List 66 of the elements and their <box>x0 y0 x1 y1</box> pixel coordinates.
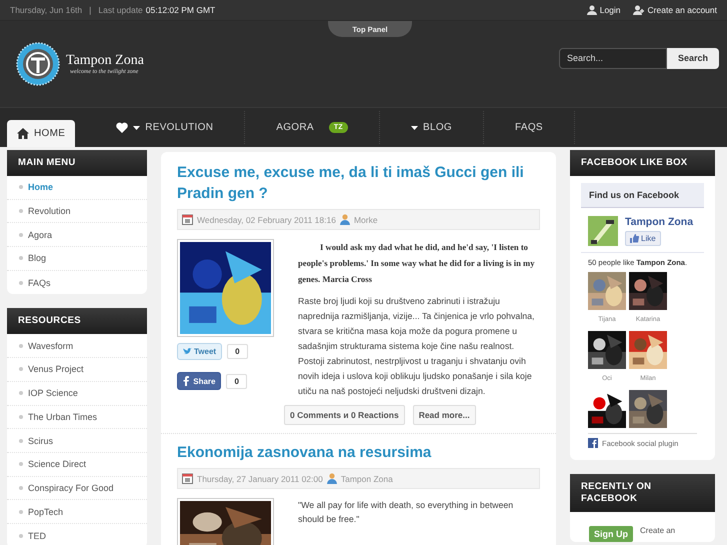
resource-link[interactable]: Venus Project <box>7 358 147 382</box>
read-more-button[interactable]: Read more... <box>412 405 476 425</box>
date-text: Thursday, Jun 16th <box>10 5 82 15</box>
facebook-icon <box>588 438 598 448</box>
user-icon <box>326 473 337 484</box>
resource-link[interactable]: The Urban Times <box>7 406 147 430</box>
tweet-button[interactable]: Tweet <box>177 343 222 360</box>
menu-item[interactable]: Agora <box>7 223 147 248</box>
resource-link[interactable]: Scirus <box>7 429 147 453</box>
like-button[interactable]: Like <box>625 231 661 246</box>
panel-heading: RECENTLY ON FACEBOOK <box>570 474 715 512</box>
nav-tab[interactable]: FAQS <box>484 111 575 144</box>
nav-tab[interactable]: HOME <box>7 120 76 147</box>
calendar-icon <box>182 473 193 484</box>
find-us-heading: Find us on Facebook <box>581 183 704 208</box>
heart-icon <box>116 122 128 133</box>
resource-link[interactable]: Conspiracy For Good <box>7 476 147 500</box>
update-label: Last update <box>98 5 143 15</box>
share-button[interactable]: Share <box>177 372 222 390</box>
bird-icon <box>183 348 192 355</box>
page-avatar-icon <box>588 216 618 246</box>
resource-link[interactable]: IOP Science <box>7 382 147 406</box>
add-user-icon <box>632 5 645 15</box>
date-text: Thursday, 27 January 2011 02:00 <box>197 474 323 484</box>
resource-link[interactable]: TED <box>7 524 147 545</box>
panel-heading: MAIN MENU <box>7 150 147 176</box>
menu-item[interactable]: Blog <box>7 247 147 271</box>
quote-text: "We all pay for life with death, so everything in between should be free." <box>298 499 514 526</box>
thumbs-up-icon <box>630 234 639 243</box>
search-field[interactable]: Search... <box>559 48 667 68</box>
menu-item[interactable]: Revolution <box>7 200 147 224</box>
panel-heading: FACEBOOK LIKE BOX <box>570 150 715 176</box>
logo-icon <box>16 42 60 86</box>
article-title[interactable]: Ekonomija zasnovana na resursima <box>177 442 540 463</box>
panel-heading: RESOURCES <box>7 308 147 334</box>
resource-link[interactable]: Science Direct <box>7 452 147 477</box>
user-icon <box>586 5 597 15</box>
author-text: Tampon Zona <box>340 474 393 484</box>
date-text: Wednesday, 02 February 2011 18:16 <box>197 214 336 224</box>
resource-link[interactable]: PopTech <box>7 500 147 524</box>
separator-text: | <box>89 5 92 15</box>
comments-button[interactable]: 0 Comments и 0 Reactions <box>284 405 405 425</box>
article-title[interactable]: Excuse me, excuse me, da li ti imaš Gucci gen ili Pradin gen ? <box>177 162 540 204</box>
search-button[interactable]: Search <box>667 48 719 68</box>
site-title: Tampon Zona <box>66 53 144 68</box>
author-text: Morke <box>354 214 378 224</box>
article-text: Raste broj ljudi koji su društveno zabrinuti i istražuju naprednija razmišljanja, vizije... Ta činjenica je vrlo pohvalna, stvara se kritična masa koja može da pogura promene u sadašnjim strukturama sistema koje čine našu realnost. Postoji zabrinutost, nestrpljivost u traganju i shvatanju ovih novih ideja i uslova koji oblikuju ljudsko ponašanje i sila koje utiču na naš postojeći neljudski društveni dizajn. <box>298 295 536 398</box>
create-account-link[interactable]: Create an account <box>632 5 717 15</box>
caret-icon <box>411 126 418 130</box>
facebook-icon <box>183 376 189 386</box>
menu-item[interactable]: Home <box>7 176 147 200</box>
menu-item[interactable]: FAQs <box>7 270 147 294</box>
create-text: Create an <box>640 526 676 537</box>
resource-link[interactable]: Wavesform <box>7 334 147 358</box>
page-name-link[interactable]: Tampon Zona <box>625 216 694 228</box>
caret-icon <box>133 126 140 130</box>
tweet-count: 0 <box>227 344 248 359</box>
home-icon <box>17 128 29 139</box>
calendar-icon <box>182 214 193 225</box>
nav-tab[interactable]: REVOLUTION <box>85 111 246 144</box>
quote-text: I would ask my dad what he did, and he'd say, 'I listen to people's problems.' In some way what he did for a living is in my genes. Marcia Cross <box>298 241 536 286</box>
login-link[interactable]: Login <box>586 5 621 15</box>
user-icon <box>340 214 350 225</box>
update-time: 05:12:02 PM GMT <box>146 5 216 15</box>
share-count: 0 <box>226 374 247 388</box>
nav-tab[interactable]: BLOG <box>380 111 484 144</box>
